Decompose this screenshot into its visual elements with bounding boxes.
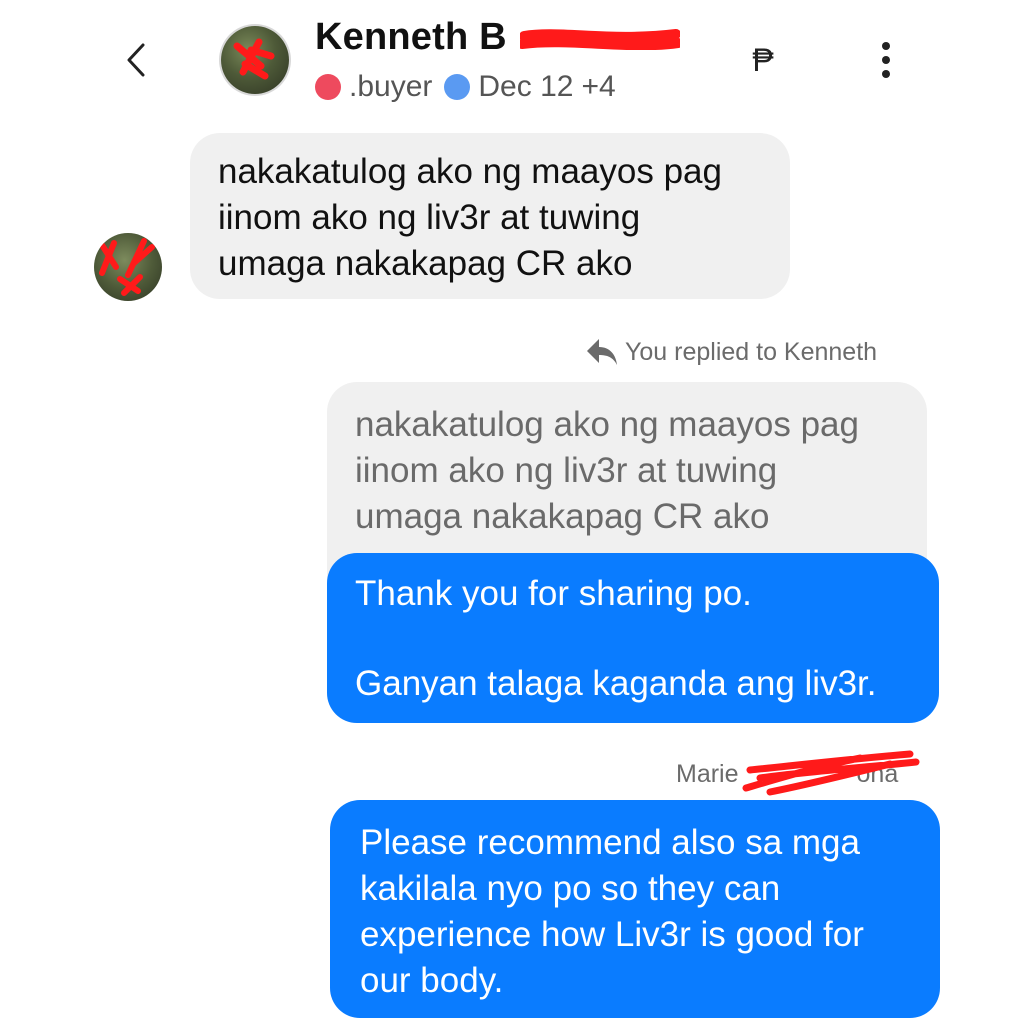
sender-first-name: Marie	[676, 760, 739, 788]
reply-arrow-icon	[587, 339, 617, 365]
message-line: Ganyan talaga kaganda ang liv3r.	[355, 664, 877, 703]
message-line: Thank you for sharing po.	[355, 574, 752, 613]
contact-name[interactable]: Kenneth B	[315, 16, 507, 59]
reply-indicator: You replied to Kenneth	[585, 334, 877, 370]
peso-icon: ₱	[752, 41, 774, 78]
chevron-left-icon	[127, 43, 145, 77]
reply-note-text: You replied to Kenneth	[625, 337, 878, 366]
quoted-message-bubble[interactable]: nakakatulog ako ng maayos pag iinom ako …	[327, 382, 927, 582]
more-vertical-icon	[882, 42, 890, 50]
status-extra: +4	[581, 70, 616, 103]
quoted-line: nakakatulog ako ng maayos pag	[355, 405, 859, 444]
redaction-scribble	[99, 238, 155, 296]
outgoing-message-bubble[interactable]: Please recommend also sa mga kakilala ny…	[330, 800, 940, 1018]
chat-screen: Kenneth B .buyer Dec 12 +4 ₱ nakakatulog…	[0, 0, 1024, 1024]
sender-redaction	[742, 750, 920, 796]
outgoing-message-bubble[interactable]: Thank you for sharing po. Ganyan talaga …	[327, 553, 939, 723]
message-line: iinom ako ng liv3r at tuwing	[218, 198, 641, 237]
status-label: .buyer	[349, 70, 433, 103]
payment-button[interactable]: ₱	[745, 36, 781, 84]
message-line: umaga nakakapag CR ako	[218, 244, 633, 283]
contact-status-row: .buyer Dec 12 +4	[315, 68, 616, 106]
status-dot-red	[315, 74, 341, 100]
contact-avatar[interactable]	[221, 26, 289, 94]
message-line: kakilala nyo po so they can	[360, 869, 781, 908]
quoted-line: umaga nakakapag CR ako	[355, 497, 770, 536]
message-line: experience how Liv3r is good for	[360, 915, 864, 954]
message-line: nakakatulog ako ng maayos pag	[218, 152, 722, 191]
name-redaction	[520, 29, 680, 50]
more-options-button[interactable]	[870, 38, 902, 82]
status-dot-blue	[444, 74, 471, 100]
quoted-line: iinom ako ng liv3r at tuwing	[355, 451, 778, 490]
message-line: our body.	[360, 961, 504, 1000]
back-button[interactable]	[118, 38, 154, 82]
incoming-message-bubble[interactable]: nakakatulog ako ng maayos pag iinom ako …	[190, 133, 790, 299]
redaction-scribble	[233, 38, 275, 80]
status-date: Dec 12	[478, 70, 574, 103]
sender-avatar[interactable]	[94, 233, 162, 301]
message-line: Please recommend also sa mga	[360, 823, 860, 862]
